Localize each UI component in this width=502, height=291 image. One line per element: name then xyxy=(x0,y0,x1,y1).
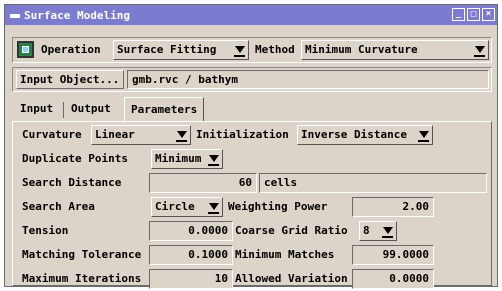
curvature-select-value: Linear xyxy=(95,128,135,141)
search-area-label: Search Area xyxy=(22,200,95,213)
search-area-select-value: Circle xyxy=(155,200,195,213)
duplicate-points-select-value: Minimum xyxy=(155,152,202,165)
tab-separator xyxy=(63,102,64,118)
search-distance-input[interactable]: 60 xyxy=(149,173,257,193)
surface-app-icon xyxy=(17,41,34,58)
coarse-grid-ratio-label: Coarse Grid Ratio xyxy=(235,224,348,237)
system-menu-icon[interactable] xyxy=(10,14,20,18)
weighting-power-input[interactable]: 2.00 xyxy=(352,197,434,217)
title-bar[interactable]: Surface Modeling _ □ × xyxy=(5,5,497,25)
surface-modeling-window: Surface Modeling _ □ × Operation Surface… xyxy=(4,4,498,289)
coarse-grid-ratio-select-value: 8 xyxy=(363,224,370,237)
allowed-variation-label: Allowed Variation xyxy=(235,272,348,285)
tab-output[interactable]: Output xyxy=(65,99,117,121)
search-distance-label: Search Distance xyxy=(22,176,122,189)
minimize-icon[interactable]: _ xyxy=(452,8,465,21)
method-label: Method xyxy=(255,43,295,56)
tab-parameters[interactable]: Parameters xyxy=(124,97,205,122)
operation-select-value: Surface Fitting xyxy=(117,43,217,56)
maximum-iterations-label: Maximum Iterations xyxy=(22,272,142,285)
method-select-value: Minimum Curvature xyxy=(305,43,418,56)
chevron-down-icon xyxy=(473,44,486,57)
method-select[interactable]: Minimum Curvature xyxy=(301,40,489,60)
duplicate-points-label: Duplicate Points xyxy=(22,152,128,165)
weighting-power-label: Weighting Power xyxy=(228,200,328,213)
tension-input[interactable]: 0.0000 xyxy=(149,221,233,241)
initialization-select[interactable]: Inverse Distance xyxy=(297,125,433,145)
search-area-select[interactable]: Circle xyxy=(151,197,223,217)
input-object-field[interactable]: gmb.rvc / bathym xyxy=(127,70,489,89)
initialization-label: Initialization xyxy=(196,128,289,141)
parameters-panel: Curvature Linear Initialization Inverse … xyxy=(12,121,492,289)
maximum-iterations-input[interactable]: 10 xyxy=(149,269,233,289)
operation-label: Operation xyxy=(41,43,101,56)
chevron-down-icon xyxy=(207,153,220,166)
coarse-grid-ratio-select[interactable]: 8 xyxy=(359,221,397,241)
chevron-down-icon xyxy=(175,129,188,142)
search-distance-unit-field[interactable]: cells xyxy=(259,173,487,193)
chevron-down-icon xyxy=(233,44,246,57)
tension-label: Tension xyxy=(22,224,69,237)
allowed-variation-input[interactable]: 0.0000 xyxy=(352,269,434,289)
input-object-button[interactable]: Input Object... xyxy=(16,70,124,89)
window-title: Surface Modeling xyxy=(24,8,130,22)
chevron-down-icon xyxy=(381,225,394,238)
operation-panel: Operation Surface Fitting Method Minimum… xyxy=(12,37,492,63)
input-object-panel: Input Object... gmb.rvc / bathym xyxy=(12,67,492,92)
operation-select[interactable]: Surface Fitting xyxy=(113,40,249,60)
minimum-matches-input[interactable]: 99.0000 xyxy=(352,245,434,265)
initialization-select-value: Inverse Distance xyxy=(301,128,407,141)
duplicate-points-select[interactable]: Minimum xyxy=(151,149,223,169)
tab-input[interactable]: Input xyxy=(14,99,59,121)
matching-tolerance-input[interactable]: 0.1000 xyxy=(149,245,233,265)
matching-tolerance-label: Matching Tolerance xyxy=(22,248,142,261)
chevron-down-icon xyxy=(207,201,220,214)
close-icon[interactable]: × xyxy=(482,8,495,21)
chevron-down-icon xyxy=(417,129,430,142)
curvature-label: Curvature xyxy=(22,128,82,141)
curvature-select[interactable]: Linear xyxy=(91,125,191,145)
minimum-matches-label: Minimum Matches xyxy=(235,248,335,261)
maximize-icon[interactable]: □ xyxy=(467,8,480,21)
